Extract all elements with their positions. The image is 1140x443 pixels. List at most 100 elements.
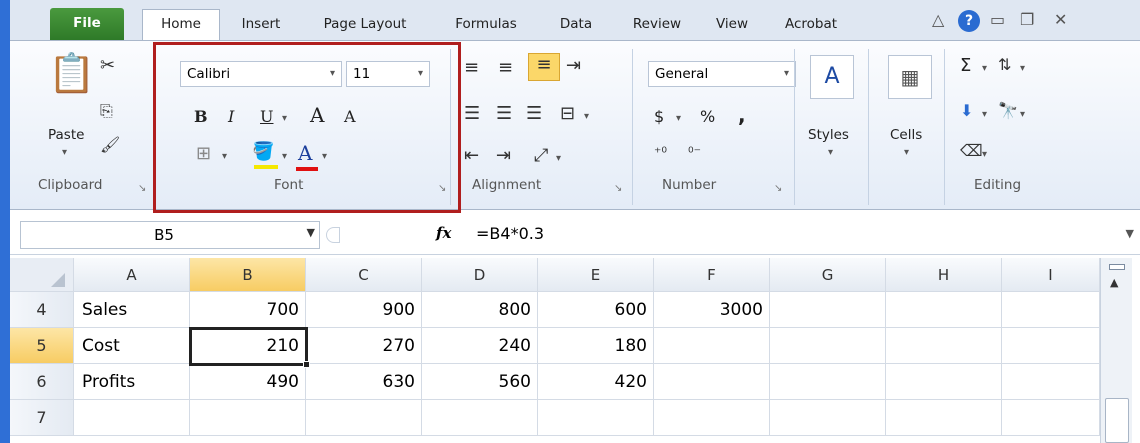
find-select-icon[interactable]: 🔭 [998, 101, 1018, 120]
currency-button[interactable]: $ [654, 107, 664, 126]
column-header-i[interactable]: I [1002, 258, 1100, 292]
cell-c5[interactable]: 270 [306, 328, 422, 364]
currency-dropdown-icon[interactable]: ▾ [676, 113, 681, 124]
tab-page-layout[interactable]: Page Layout [302, 10, 428, 40]
name-box[interactable]: B5 ▼ [20, 221, 320, 249]
cell-b6[interactable]: 490 [190, 364, 306, 400]
paste-icon[interactable]: 📋 [48, 51, 95, 96]
comma-button[interactable]: , [738, 103, 746, 127]
cell-h6[interactable] [886, 364, 1002, 400]
expand-formula-bar-icon[interactable]: ▼ [1126, 227, 1134, 240]
fill-dropdown-icon[interactable]: ▾ [982, 109, 987, 120]
fill-icon[interactable]: ⬇ [960, 101, 973, 120]
cell-a7[interactable] [74, 400, 190, 436]
row-header-6[interactable]: 6 [10, 364, 74, 400]
merge-dropdown-icon[interactable]: ▾ [584, 111, 589, 122]
tab-formulas[interactable]: Formulas [436, 10, 536, 40]
decrease-indent-icon[interactable]: ⇤ [464, 145, 479, 166]
decrease-decimal-icon[interactable]: ⁰⁻ [688, 145, 701, 161]
cells-icon[interactable]: ▦ [888, 55, 932, 99]
column-header-b[interactable]: B [190, 258, 306, 292]
find-dropdown-icon[interactable]: ▾ [1020, 109, 1025, 120]
cell-i5[interactable] [1002, 328, 1100, 364]
sort-filter-dropdown-icon[interactable]: ▾ [1020, 63, 1025, 74]
align-center-icon[interactable]: ☰ [496, 103, 512, 124]
cell-a4[interactable]: Sales [74, 292, 190, 328]
align-left-icon[interactable]: ☰ [464, 103, 480, 124]
column-header-g[interactable]: G [770, 258, 886, 292]
cell-f5[interactable] [654, 328, 770, 364]
close-window-icon[interactable]: ✕ [1054, 10, 1067, 29]
tab-review[interactable]: Review [616, 10, 698, 40]
cell-c7[interactable] [306, 400, 422, 436]
cut-icon[interactable]: ✂ [100, 55, 115, 76]
tab-view[interactable]: View [704, 10, 760, 40]
cell-g6[interactable] [770, 364, 886, 400]
cell-c6[interactable]: 630 [306, 364, 422, 400]
paste-dropdown-icon[interactable]: ▾ [62, 147, 67, 158]
row-header-4[interactable]: 4 [10, 292, 74, 328]
autosum-button[interactable]: Σ [960, 55, 971, 76]
column-header-d[interactable]: D [422, 258, 538, 292]
row-header-5[interactable]: 5 [10, 328, 74, 364]
cell-i4[interactable] [1002, 292, 1100, 328]
clear-dropdown-icon[interactable]: ▾ [982, 149, 987, 160]
cell-i7[interactable] [1002, 400, 1100, 436]
splitter-handle-icon[interactable] [326, 227, 340, 243]
row-header-7[interactable]: 7 [10, 400, 74, 436]
column-header-c[interactable]: C [306, 258, 422, 292]
styles-icon[interactable]: A [810, 55, 854, 99]
tab-file[interactable]: File [50, 8, 124, 40]
percent-button[interactable]: % [700, 107, 715, 126]
format-painter-icon[interactable]: 🖌 [100, 135, 120, 154]
fill-handle[interactable] [303, 361, 310, 368]
cell-e7[interactable] [538, 400, 654, 436]
cell-i6[interactable] [1002, 364, 1100, 400]
vertical-scrollbar[interactable]: ▲ [1100, 258, 1132, 443]
cell-h4[interactable] [886, 292, 1002, 328]
increase-indent-icon[interactable]: ⇥ [496, 145, 511, 166]
copy-icon[interactable]: ⎘ [100, 101, 113, 121]
tab-acrobat[interactable]: Acrobat [766, 10, 856, 40]
restore-window-icon[interactable]: ❐ [1020, 10, 1034, 29]
scroll-thumb[interactable] [1105, 398, 1129, 443]
styles-button[interactable]: Styles [808, 127, 849, 143]
minimize-window-icon[interactable]: ▭ [990, 10, 1005, 29]
cell-f4[interactable]: 3000 [654, 292, 770, 328]
cell-h7[interactable] [886, 400, 1002, 436]
column-header-a[interactable]: A [74, 258, 190, 292]
cell-g4[interactable] [770, 292, 886, 328]
column-header-h[interactable]: H [886, 258, 1002, 292]
cell-d5[interactable]: 240 [422, 328, 538, 364]
autosum-dropdown-icon[interactable]: ▾ [982, 63, 987, 74]
cell-h5[interactable] [886, 328, 1002, 364]
cell-d6[interactable]: 560 [422, 364, 538, 400]
cell-a6[interactable]: Profits [74, 364, 190, 400]
cell-d7[interactable] [422, 400, 538, 436]
sort-filter-icon[interactable]: ⇅ [998, 55, 1011, 74]
alignment-launcher-icon[interactable]: ↘ [614, 183, 622, 194]
align-bottom-icon[interactable]: ≡ [528, 53, 560, 81]
wrap-text-icon[interactable]: ⇥ [566, 55, 581, 76]
help-icon[interactable]: ? [958, 10, 980, 32]
cells-dropdown-icon[interactable]: ▾ [904, 147, 909, 158]
cell-a5[interactable]: Cost [74, 328, 190, 364]
insert-function-icon[interactable]: fx [436, 224, 451, 242]
align-middle-icon[interactable]: ≡ [498, 57, 513, 78]
paste-button[interactable]: Paste [48, 127, 84, 143]
cell-b7[interactable] [190, 400, 306, 436]
cell-g7[interactable] [770, 400, 886, 436]
column-header-f[interactable]: F [654, 258, 770, 292]
minimize-ribbon-icon[interactable]: △ [932, 10, 944, 29]
scroll-up-icon[interactable]: ▲ [1110, 276, 1118, 289]
tab-insert[interactable]: Insert [228, 10, 294, 40]
align-right-icon[interactable]: ☰ [526, 103, 542, 124]
cell-e5[interactable]: 180 [538, 328, 654, 364]
cell-f6[interactable] [654, 364, 770, 400]
cell-e6[interactable]: 420 [538, 364, 654, 400]
cell-c4[interactable]: 900 [306, 292, 422, 328]
cell-e4[interactable]: 600 [538, 292, 654, 328]
increase-decimal-icon[interactable]: ⁺⁰ [654, 145, 667, 161]
formula-input[interactable]: =B4*0.3 [476, 221, 1106, 249]
split-box-icon[interactable] [1109, 264, 1125, 270]
